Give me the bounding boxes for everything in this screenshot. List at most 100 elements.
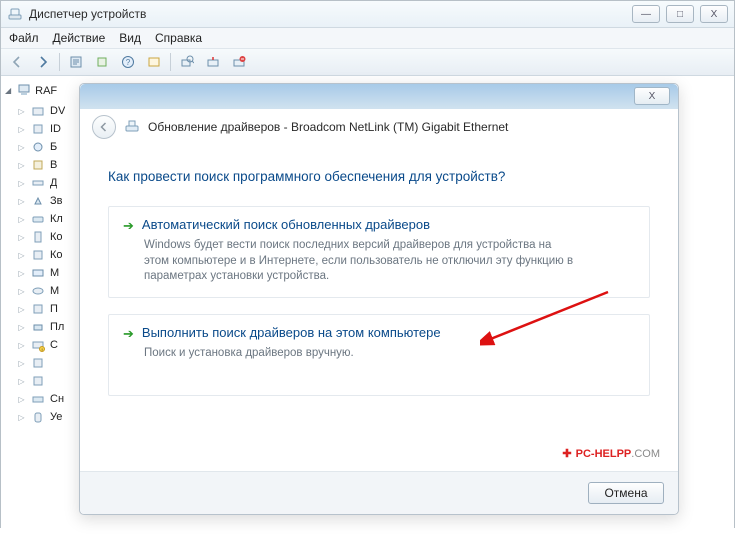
- tree-node-label: П: [50, 303, 58, 315]
- dialog-body: Как провести поиск программного обеспече…: [80, 147, 678, 396]
- toolbar-btn-1[interactable]: [64, 50, 88, 74]
- expand-icon[interactable]: ▷: [17, 413, 26, 422]
- device-icon: [30, 355, 46, 371]
- titlebar: Диспетчер устройств — □ X: [1, 1, 734, 28]
- expand-icon[interactable]: ▷: [17, 143, 26, 152]
- device-icon: [30, 409, 46, 425]
- menu-help[interactable]: Справка: [155, 31, 202, 45]
- device-icon: [30, 265, 46, 281]
- plus-icon: ✚: [562, 447, 571, 460]
- expand-icon[interactable]: ▷: [17, 359, 26, 368]
- device-icon: !: [30, 337, 46, 353]
- update-driver-dialog: X Обновление драйверов - Broadcom NetLin…: [79, 83, 679, 515]
- tree-node-label: Кл: [50, 213, 63, 225]
- watermark-brand: PC-HELPP: [576, 448, 632, 460]
- dialog-caption-bar: X: [80, 84, 678, 109]
- toolbar-btn-2[interactable]: [90, 50, 114, 74]
- option-browse-computer[interactable]: ➔ Выполнить поиск драйверов на этом комп…: [108, 314, 650, 396]
- expand-icon[interactable]: ▷: [17, 323, 26, 332]
- device-icon: [30, 121, 46, 137]
- arrow-right-icon: ➔: [123, 217, 134, 234]
- toolbar-btn-3[interactable]: [142, 50, 166, 74]
- dialog-header: Обновление драйверов - Broadcom NetLink …: [80, 109, 678, 147]
- svg-text:!: !: [41, 347, 42, 352]
- tree-node-label: Ко: [50, 231, 63, 243]
- expand-icon[interactable]: ▷: [17, 305, 26, 314]
- device-icon: [30, 175, 46, 191]
- menubar: Файл Действие Вид Справка: [1, 28, 734, 49]
- device-manager-icon: [7, 6, 23, 22]
- client-area: RAF ▷DV▷ID▷Б▷В▷Д▷Зв▷Кл▷Ко▷Ко▷М▷М▷П▷Пл▷!С…: [1, 76, 734, 531]
- cancel-button[interactable]: Отмена: [588, 482, 664, 504]
- menu-file[interactable]: Файл: [9, 31, 39, 45]
- back-button[interactable]: [92, 115, 116, 139]
- toolbar-separator: [170, 53, 171, 71]
- toolbar: ?: [1, 49, 734, 76]
- back-icon[interactable]: [5, 50, 29, 74]
- expand-icon[interactable]: ▷: [17, 377, 26, 386]
- tree-node-label: В: [50, 159, 57, 171]
- expand-icon[interactable]: ▷: [17, 125, 26, 134]
- toolbar-btn-4[interactable]: [201, 50, 225, 74]
- expand-icon[interactable]: ▷: [17, 287, 26, 296]
- menu-action[interactable]: Действие: [53, 31, 106, 45]
- toolbar-separator: [59, 53, 60, 71]
- expand-icon[interactable]: ▷: [17, 107, 26, 116]
- tree-root-label: RAF: [35, 85, 57, 97]
- close-button[interactable]: X: [700, 5, 728, 23]
- device-icon: [30, 391, 46, 407]
- tree-node-label: Б: [50, 141, 57, 153]
- expand-icon[interactable]: ▷: [17, 395, 26, 404]
- option-title: Выполнить поиск драйверов на этом компью…: [142, 325, 441, 340]
- device-icon: [30, 211, 46, 227]
- device-icon: [30, 229, 46, 245]
- device-icon: [30, 139, 46, 155]
- device-icon: [30, 373, 46, 389]
- tree-node-label: Д: [50, 177, 57, 189]
- minimize-button[interactable]: —: [632, 5, 660, 23]
- window-title: Диспетчер устройств: [29, 7, 632, 21]
- computer-icon: [17, 82, 31, 99]
- expand-icon[interactable]: ▷: [17, 197, 26, 206]
- expand-icon[interactable]: ▷: [17, 341, 26, 350]
- expand-icon[interactable]: ▷: [17, 179, 26, 188]
- tree-node-label: С: [50, 339, 58, 351]
- tree-node-label: Зв: [50, 195, 63, 207]
- option-description: Поиск и установка драйверов вручную.: [144, 346, 574, 362]
- dialog-title: Обновление драйверов - Broadcom NetLink …: [148, 120, 508, 134]
- tree-node-label: Ко: [50, 249, 63, 261]
- device-manager-window: Диспетчер устройств — □ X Файл Действие …: [0, 0, 735, 528]
- dialog-close-button[interactable]: X: [634, 87, 670, 105]
- scan-hardware-icon[interactable]: [175, 50, 199, 74]
- forward-icon[interactable]: [31, 50, 55, 74]
- maximize-button[interactable]: □: [666, 5, 694, 23]
- options-group: ➔ Автоматический поиск обновленных драйв…: [108, 206, 650, 396]
- window-buttons: — □ X: [632, 5, 728, 23]
- tree-node-label: Сн: [50, 393, 64, 405]
- device-icon: [30, 247, 46, 263]
- dialog-subtitle: Как провести поиск программного обеспече…: [108, 169, 650, 184]
- expand-icon[interactable]: ▷: [17, 215, 26, 224]
- expand-icon[interactable]: ▷: [17, 251, 26, 260]
- expand-icon[interactable]: ▷: [17, 269, 26, 278]
- device-icon: [30, 319, 46, 335]
- tree-node-label: М: [50, 267, 59, 279]
- uninstall-icon[interactable]: [227, 50, 251, 74]
- option-auto-search[interactable]: ➔ Автоматический поиск обновленных драйв…: [108, 206, 650, 298]
- expand-icon[interactable]: ▷: [17, 233, 26, 242]
- expand-icon[interactable]: ▷: [17, 161, 26, 170]
- tree-node-label: М: [50, 285, 59, 297]
- help-icon[interactable]: ?: [116, 50, 140, 74]
- device-icon: [30, 103, 46, 119]
- tree-node-label: Пл: [50, 321, 64, 333]
- device-icon: [30, 301, 46, 317]
- dialog-footer: Отмена: [80, 471, 678, 514]
- watermark-suffix: .COM: [631, 448, 660, 460]
- option-title: Автоматический поиск обновленных драйвер…: [142, 217, 430, 232]
- svg-text:?: ?: [126, 58, 131, 67]
- device-icon: [30, 283, 46, 299]
- device-icon: [30, 157, 46, 173]
- watermark: ✚ PC-HELPP.COM: [562, 447, 660, 460]
- menu-view[interactable]: Вид: [119, 31, 141, 45]
- dialog-header-icon: [124, 118, 140, 137]
